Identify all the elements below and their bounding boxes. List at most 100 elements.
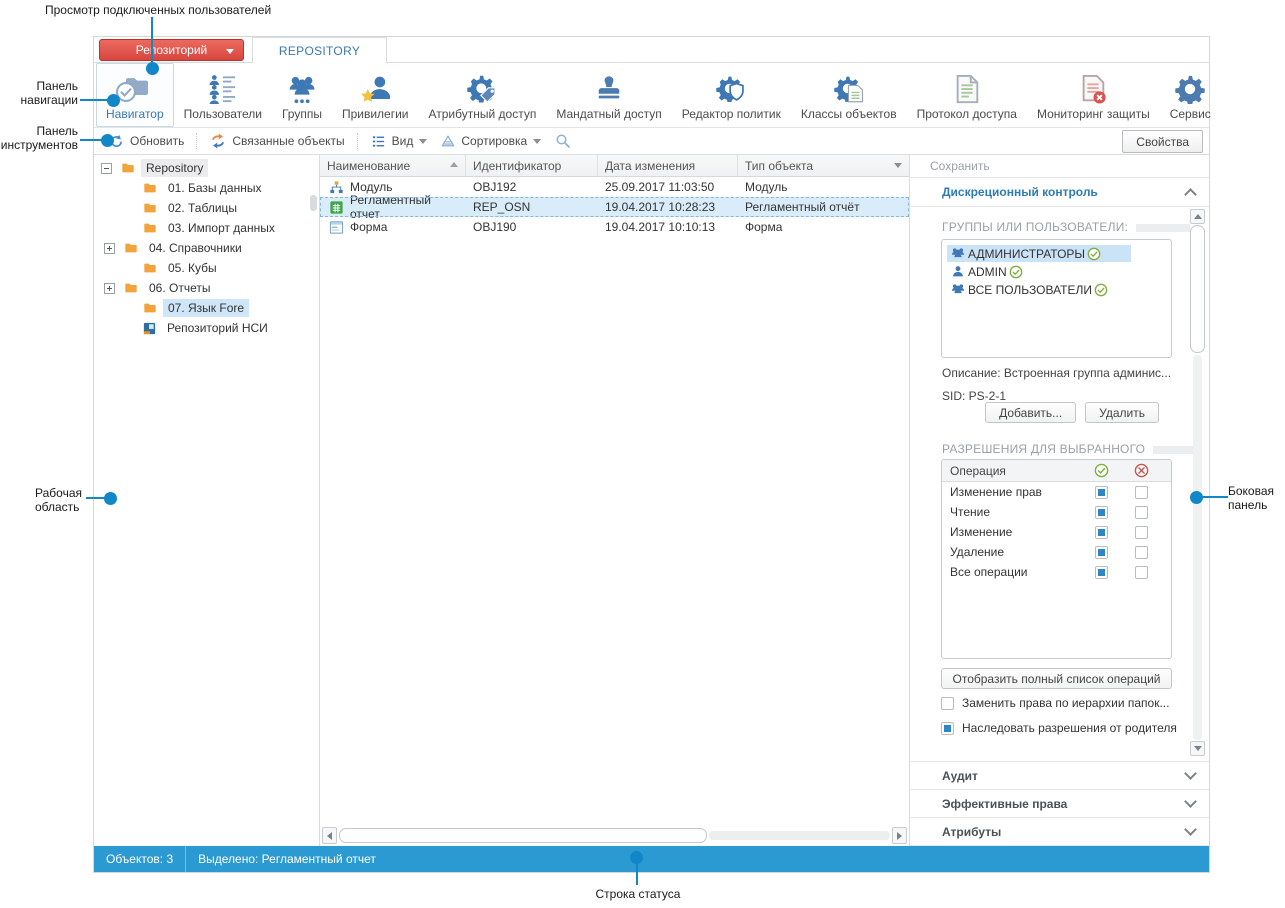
section-attributes[interactable]: Атрибуты (910, 818, 1209, 846)
scroll-down-button[interactable] (1190, 741, 1205, 756)
column-header-name[interactable]: Наименование (320, 155, 466, 176)
tab-repository[interactable]: REPOSITORY (252, 37, 387, 63)
allow-checkbox[interactable] (1095, 506, 1108, 519)
callout-line-side (1201, 496, 1228, 498)
expand-icon[interactable] (104, 243, 115, 254)
tree-item-dictionaries[interactable]: 04. Справочники (94, 238, 319, 258)
permission-row[interactable]: Чтение (942, 502, 1171, 522)
check-circle-icon (1094, 283, 1108, 297)
allow-checkbox[interactable] (1095, 526, 1108, 539)
ribbon-item-object-classes[interactable]: Классы объектов (791, 63, 907, 127)
security-monitoring-icon (1078, 74, 1108, 104)
replace-rights-checkbox[interactable] (941, 697, 954, 710)
permission-row[interactable]: Изменение (942, 522, 1171, 542)
replace-rights-option[interactable]: Заменить права по иерархии папок... (941, 696, 1169, 710)
related-objects-button[interactable]: Связанные объекты (203, 133, 351, 149)
folder-icon (142, 221, 158, 235)
deny-checkbox[interactable] (1135, 506, 1148, 519)
section-audit[interactable]: Аудит (910, 762, 1209, 790)
list-item-administrators[interactable]: АДМИНИСТРАТОРЫ (947, 245, 1131, 262)
folder-icon (123, 241, 139, 255)
ribbon-item-service[interactable]: Сервис (1160, 63, 1221, 127)
section-discretionary-control[interactable]: Дискреционный контроль (910, 178, 1209, 207)
permission-row[interactable]: Удаление (942, 542, 1171, 562)
allow-checkbox[interactable] (1095, 486, 1108, 499)
column-menu-icon[interactable] (894, 163, 902, 168)
ribbon-item-label: Мандатный доступ (556, 107, 661, 121)
allow-checkbox[interactable] (1095, 546, 1108, 559)
ribbon-item-privileges[interactable]: Привилегии (332, 63, 419, 127)
deny-checkbox[interactable] (1135, 526, 1148, 539)
permission-row[interactable]: Все операции (942, 562, 1171, 582)
add-button[interactable]: Добавить... (985, 402, 1076, 423)
sidebar-vertical-scrollbar[interactable] (1190, 209, 1205, 756)
callout-dot-work (104, 492, 117, 505)
ribbon-item-security-monitoring[interactable]: Мониторинг защиты (1027, 63, 1160, 127)
tree-item-nsi-repository[interactable]: Репозиторий НСИ (94, 318, 319, 338)
groups-users-list[interactable]: АДМИНИСТРАТОРЫ ADMIN ВСЕ ПОЛЬЗОВАТЕЛИ (941, 239, 1172, 358)
scroll-left-button[interactable] (322, 827, 337, 844)
list-item-admin[interactable]: ADMIN (947, 263, 1166, 280)
repository-menu-button[interactable]: Репозиторий (99, 39, 244, 61)
chevron-down-icon (419, 139, 427, 144)
inherit-permissions-option[interactable]: Наследовать разрешения от родителя (941, 721, 1177, 735)
deny-checkbox[interactable] (1135, 566, 1148, 579)
tree-item-reports[interactable]: 06. Отчеты (94, 278, 319, 298)
tree-item-repository-root[interactable]: Repository (94, 158, 319, 178)
view-label: Вид (392, 134, 414, 148)
deny-checkbox[interactable] (1135, 546, 1148, 559)
sort-dropdown[interactable]: Сортировка (434, 134, 548, 148)
scrollbar-thumb[interactable] (339, 828, 707, 843)
allow-checkbox[interactable] (1095, 566, 1108, 579)
show-full-operations-button[interactable]: Отобразить полный список операций (941, 668, 1172, 689)
table-row-form[interactable]: Форма OBJ190 19.04.2017 10:10:13 Форма (320, 217, 909, 237)
ribbon-item-users[interactable]: Пользователи (174, 63, 272, 127)
refresh-label: Обновить (130, 134, 184, 148)
collapse-icon[interactable] (101, 163, 112, 174)
allow-check-icon (1094, 463, 1109, 478)
tree-item-label: 03. Импорт данных (163, 219, 280, 237)
save-button[interactable]: Сохранить (910, 155, 1209, 178)
search-button[interactable] (548, 133, 578, 149)
expand-icon[interactable] (104, 283, 115, 294)
horizontal-scrollbar[interactable] (322, 827, 907, 844)
scroll-up-button[interactable] (1190, 209, 1205, 224)
tree-item-import[interactable]: 03. Импорт данных (94, 218, 319, 238)
tab-strip: Репозиторий REPOSITORY (94, 37, 1209, 63)
tree-item-databases[interactable]: 01. Базы данных (94, 178, 319, 198)
refresh-button[interactable]: Обновить (102, 134, 191, 149)
properties-button[interactable]: Свойства (1122, 130, 1203, 153)
inherit-permissions-checkbox[interactable] (941, 722, 954, 735)
ribbon-item-navigator[interactable]: Навигатор (96, 63, 174, 127)
view-dropdown[interactable]: Вид (364, 134, 435, 149)
section-effective-rights[interactable]: Эффективные права (910, 790, 1209, 818)
scrollbar-thumb[interactable] (1190, 225, 1205, 353)
column-header-modified-date[interactable]: Дата изменения (598, 155, 738, 176)
column-header-identifier[interactable]: Идентификатор (466, 155, 598, 176)
ribbon-item-groups[interactable]: Группы (272, 63, 332, 127)
scrollbar-track[interactable] (1193, 355, 1202, 740)
tree-item-fore-language[interactable]: 07. Язык Fore (94, 298, 319, 318)
ribbon-item-policy-editor[interactable]: Редактор политик (672, 63, 791, 127)
delete-button[interactable]: Удалить (1085, 402, 1159, 423)
deny-checkbox[interactable] (1135, 486, 1148, 499)
discretionary-content: ГРУППЫ ИЛИ ПОЛЬЗОВАТЕЛИ: АДМИНИСТРАТОРЫ … (910, 206, 1209, 762)
table-row-regular-report[interactable]: Регламентный отчет REP_OSN 19.04.2017 10… (320, 197, 909, 217)
sort-ascending-icon (450, 162, 458, 167)
scrollbar-track[interactable] (709, 831, 890, 840)
tree-item-cubes[interactable]: 05. Кубы (94, 258, 319, 278)
ribbon-item-mandatory-access[interactable]: Мандатный доступ (546, 63, 671, 127)
callout-dot-nav (107, 94, 120, 107)
object-toolbar: Обновить Связанные объекты Вид Сортировк… (94, 128, 1209, 155)
scroll-right-button[interactable] (892, 827, 907, 844)
tree-item-label: 07. Язык Fore (163, 299, 249, 317)
ribbon-item-access-log[interactable]: Протокол доступа (907, 63, 1027, 127)
column-header-object-type[interactable]: Тип объекта (738, 155, 909, 176)
permission-row[interactable]: Изменение прав (942, 482, 1171, 502)
ribbon-item-attribute-access[interactable]: Атрибутный доступ (419, 63, 547, 127)
tree-scrollbar-thumb[interactable] (310, 195, 317, 211)
tree-item-tables[interactable]: 02. Таблицы (94, 198, 319, 218)
callout-dot-tools (101, 134, 114, 147)
list-item-all-users[interactable]: ВСЕ ПОЛЬЗОВАТЕЛИ (947, 281, 1166, 298)
status-bar: Объектов: 3 Выделено: Регламентный отчет (94, 846, 1209, 872)
